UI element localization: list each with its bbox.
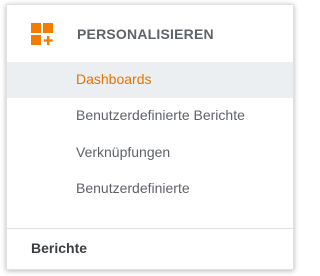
menu-item-label: Benutzerdefinierte Berichte [76, 107, 245, 123]
menu-item-dashboards[interactable]: Dashboards [7, 62, 293, 98]
section-title: PERSONALISIEREN [77, 26, 214, 42]
menu-item-label: Benutzerdefinierte [76, 180, 190, 196]
section-header: PERSONALISIEREN [7, 5, 293, 62]
menu-item-custom[interactable]: Benutzerdefinierte [7, 171, 293, 207]
reports-label: Berichte [31, 240, 88, 256]
menu-item-label: Dashboards [76, 71, 152, 87]
customization-icon [30, 22, 54, 46]
menu-item-label: Verknüpfungen [76, 144, 171, 160]
reports-section[interactable]: Berichte [7, 229, 293, 269]
navigation-panel: PERSONALISIEREN Dashboards Benutzerdefin… [6, 4, 294, 270]
menu-item-shortcuts[interactable]: Verknüpfungen [7, 135, 293, 171]
menu-item-custom-reports[interactable]: Benutzerdefinierte Berichte [7, 98, 293, 134]
